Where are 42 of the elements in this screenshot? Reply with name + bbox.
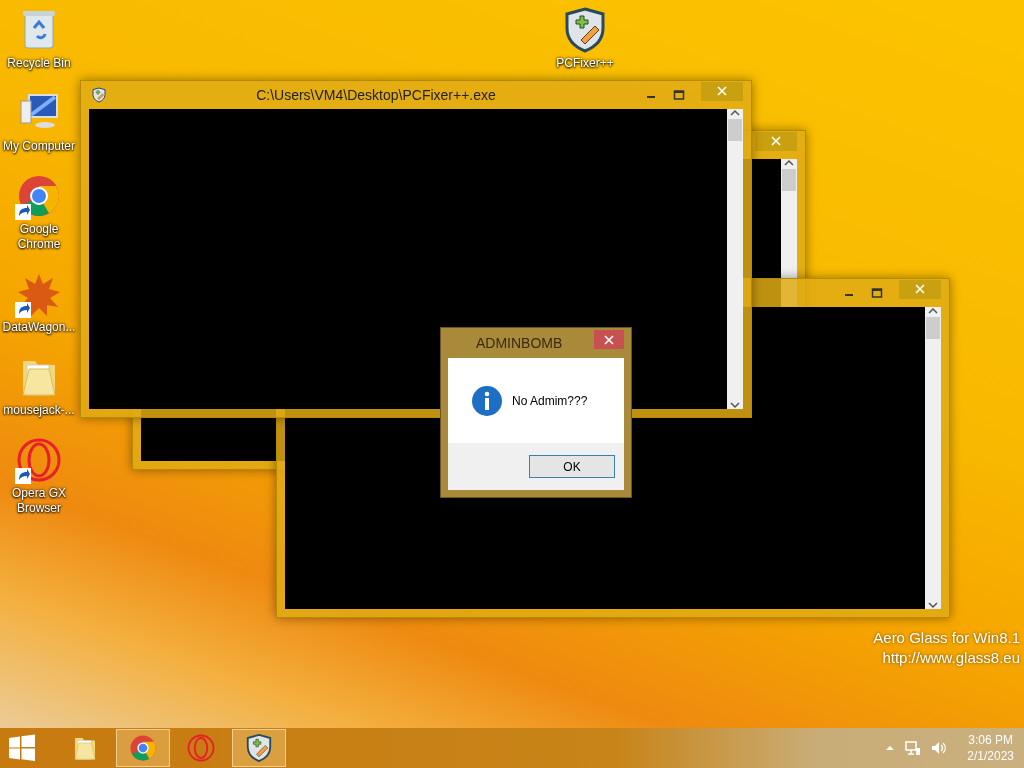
taskbar-button[interactable] xyxy=(232,729,286,767)
desktop-icon-label[interactable]: My Computer xyxy=(3,139,75,154)
chevron-up-icon[interactable] xyxy=(784,159,794,167)
window-title: C:\Users\VM4\Desktop\PCFixer++.exe xyxy=(255,87,497,103)
ok-button[interactable]: OK xyxy=(529,455,615,478)
chevron-down-icon[interactable] xyxy=(928,601,938,609)
dialog-message: No Admim??? xyxy=(512,393,588,408)
close-icon xyxy=(717,86,727,96)
close-icon xyxy=(604,334,614,345)
dialog-title: ADMINBOMB xyxy=(476,335,563,351)
maximize-icon[interactable] xyxy=(871,287,883,299)
info-icon xyxy=(472,385,502,416)
opera-icon xyxy=(186,733,216,763)
start-icon[interactable] xyxy=(8,734,36,762)
scrollbar-thumb[interactable] xyxy=(782,169,796,191)
caret-icon[interactable] xyxy=(885,744,896,752)
desktop-icon-label[interactable]: DataWagon... xyxy=(2,320,76,335)
close-icon xyxy=(915,284,925,294)
app-icon xyxy=(91,87,107,103)
volume-icon[interactable] xyxy=(931,740,948,756)
watermark-text: Aero Glass for Win8.1 xyxy=(873,628,1020,648)
clock-date: 2/1/2023 xyxy=(967,748,1014,764)
close-icon xyxy=(771,136,781,146)
desktop-icon-label[interactable]: Google Chrome xyxy=(0,222,78,252)
chevron-up-icon[interactable] xyxy=(730,109,740,117)
scrollbar-thumb[interactable] xyxy=(926,317,940,339)
desktop-icon-label[interactable]: mousejack-... xyxy=(3,403,75,418)
chevron-down-icon[interactable] xyxy=(730,401,740,409)
scrollbar-thumb[interactable] xyxy=(728,119,742,141)
maximize-icon[interactable] xyxy=(673,89,685,101)
chrome-icon xyxy=(128,733,158,763)
desktop-icon-label[interactable]: PCFixer++ xyxy=(556,56,614,71)
clock-time: 3:06 PM xyxy=(968,732,1013,748)
watermark-text: http://www.glass8.eu xyxy=(882,648,1020,668)
desktop-icon-label[interactable]: Recycle Bin xyxy=(7,56,71,71)
network-icon[interactable] xyxy=(905,740,922,756)
desktop-icon-label[interactable]: Opera GX Browser xyxy=(0,486,78,516)
close-button[interactable] xyxy=(755,131,797,151)
shield-icon xyxy=(244,733,274,763)
clock[interactable]: 3:06 PM 2/1/2023 xyxy=(967,732,1014,764)
chevron-up-icon[interactable] xyxy=(928,307,938,315)
close-button[interactable] xyxy=(594,330,624,349)
